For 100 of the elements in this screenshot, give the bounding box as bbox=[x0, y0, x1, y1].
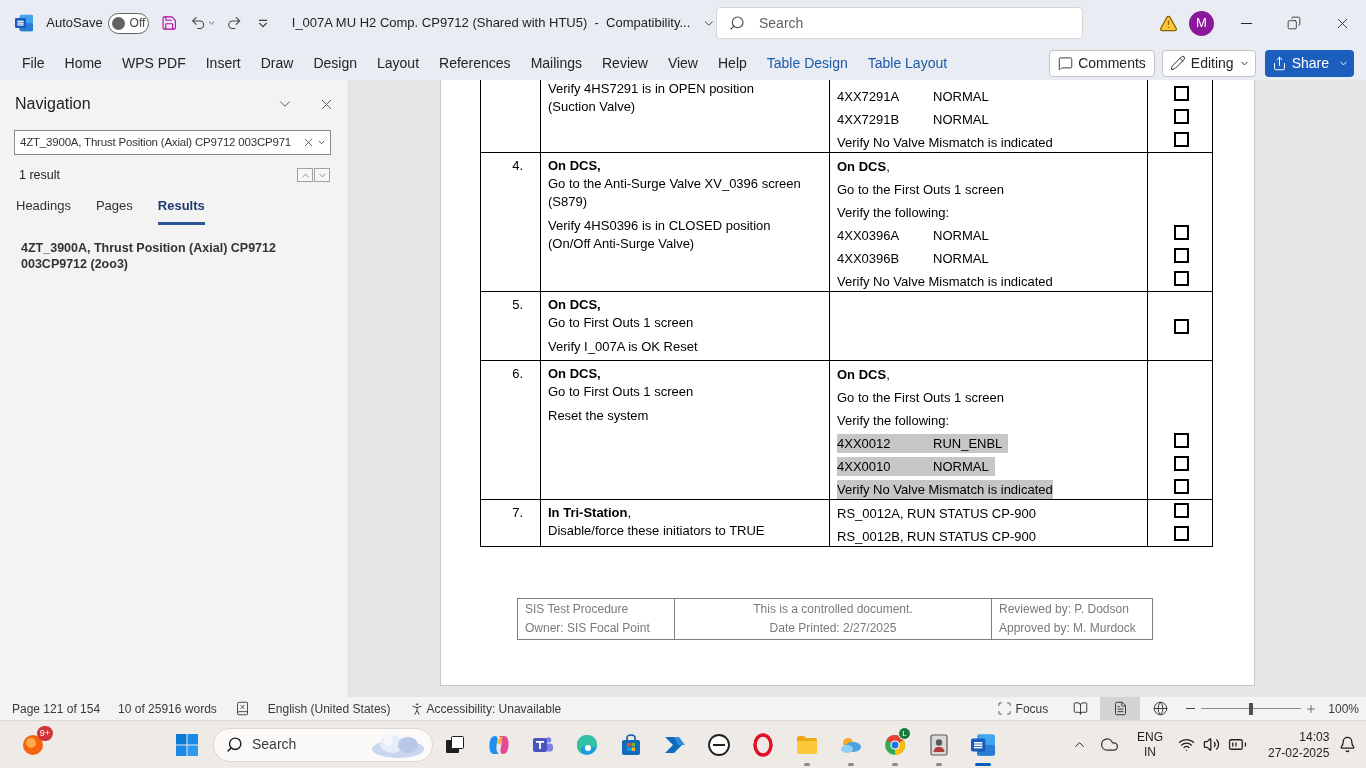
wave-circle-icon bbox=[575, 732, 599, 757]
book-x-icon[interactable] bbox=[234, 701, 250, 716]
search-result[interactable]: 4ZT_3900A, Thrust Position (Axial) CP9712 003CP9712 (2oo3) bbox=[21, 240, 283, 272]
ribbon-tab[interactable]: Design bbox=[303, 48, 367, 78]
step-text: Verify 4HS7291 is in OPEN position (Suction Valve) bbox=[548, 80, 754, 116]
ribbon-tab[interactable]: Review bbox=[592, 48, 658, 78]
caret-icon[interactable] bbox=[317, 138, 326, 147]
wifi-icon bbox=[1178, 736, 1195, 753]
footer-text: Date Printed: 2/27/2025 bbox=[769, 620, 897, 637]
expected-text: Verify the following: bbox=[837, 412, 949, 430]
zoom-slider[interactable] bbox=[1201, 702, 1302, 715]
id-card-icon bbox=[927, 732, 951, 757]
ribbon-tab[interactable]: Help bbox=[708, 48, 757, 78]
taskbar-search-field[interactable]: Search bbox=[213, 727, 433, 762]
step-text: In Tri-Station, bbox=[548, 504, 632, 522]
ribbon-tab[interactable]: Table Design bbox=[756, 48, 858, 78]
redo-icon[interactable] bbox=[226, 14, 243, 32]
ribbon-tab[interactable]: Table Layout bbox=[857, 48, 958, 78]
start-icon bbox=[176, 733, 198, 756]
input-language-button[interactable]: ENG IN bbox=[1133, 729, 1167, 760]
step-text: Go to First Outs 1 screen bbox=[548, 383, 694, 401]
ribbon-tab[interactable]: File bbox=[12, 48, 55, 78]
result-count: 1 result bbox=[19, 166, 60, 184]
ribbon-tab[interactable]: Layout bbox=[367, 48, 430, 78]
restore-icon bbox=[1287, 16, 1301, 30]
accessibility-status[interactable]: Accessibility: Unavailable bbox=[426, 699, 562, 718]
share-button[interactable]: Share bbox=[1264, 49, 1354, 77]
zoom-level[interactable]: 100% bbox=[1328, 699, 1359, 718]
ribbon-tab[interactable]: Mailings bbox=[520, 48, 592, 78]
footer-text: Approved by: M. Murdock bbox=[999, 620, 1136, 637]
word-count[interactable]: 10 of 25916 words bbox=[118, 699, 217, 718]
view-button[interactable] bbox=[1100, 697, 1141, 720]
step-text: Verify 4HS0396 is in CLOSED position (On/Off Anti-Surge Valve) bbox=[548, 217, 771, 253]
step-text: Go to First Outs 1 screen bbox=[548, 314, 694, 332]
navigation-search-field[interactable]: 4ZT_3900A, Thrust Position (Axial) CP9712 003CP971 bbox=[14, 130, 331, 155]
step-number: 4. bbox=[512, 157, 523, 175]
minus-circle-icon bbox=[707, 732, 731, 757]
save-icon[interactable] bbox=[161, 14, 178, 32]
expected-text: RS_0012B, RUN STATUS CP-900 bbox=[837, 528, 1036, 546]
step-text: Disable/force these initiators to TRUE bbox=[548, 522, 765, 540]
language-status[interactable]: English (United States) bbox=[267, 699, 391, 718]
pane-tab[interactable]: Results bbox=[157, 191, 205, 225]
focus-button[interactable]: Focus bbox=[996, 699, 1049, 718]
share-icon bbox=[1271, 55, 1287, 71]
expected-text: Go to the First Outs 1 screen bbox=[837, 389, 1004, 407]
search-icon bbox=[729, 15, 745, 31]
cloud-icon[interactable] bbox=[1100, 735, 1119, 754]
zoom-in-icon[interactable] bbox=[1305, 702, 1318, 715]
pencil-icon bbox=[1169, 55, 1186, 71]
speech-bubble-icon bbox=[1058, 55, 1074, 71]
ribbon-tab[interactable]: Draw bbox=[250, 48, 304, 78]
step-text: On DCS, bbox=[548, 296, 601, 314]
ribbon-tab[interactable]: References bbox=[429, 48, 521, 78]
ribbon-tab[interactable]: WPS PDF bbox=[111, 48, 196, 78]
notification-bell-icon[interactable] bbox=[1339, 736, 1357, 753]
warning-icon[interactable] bbox=[1159, 13, 1178, 33]
document-title: I_007A MU H2 Comp. CP9712 (Shared with HTU5) - Compatibility... bbox=[291, 14, 691, 33]
speaker-icon bbox=[1203, 736, 1220, 753]
step-text: On DCS, bbox=[548, 365, 601, 383]
comments-button[interactable]: Comments bbox=[1049, 49, 1155, 77]
footer-text: SIS Test Procedure bbox=[525, 601, 629, 618]
bar-chevron-icon[interactable] bbox=[257, 18, 268, 28]
step-text: On DCS, bbox=[548, 157, 601, 175]
expected-text: Verify No Valve Mismatch is indicated bbox=[837, 134, 1053, 152]
widgets-button[interactable]: 9+ bbox=[13, 724, 53, 765]
clock-button[interactable]: 14:03 27-02-2025 bbox=[1268, 728, 1330, 761]
expected-text: On DCS, bbox=[837, 158, 890, 176]
pane-title: Navigation bbox=[15, 94, 91, 114]
zoom-thumb[interactable] bbox=[1249, 702, 1254, 715]
pane-tab[interactable]: Pages bbox=[95, 191, 133, 225]
ribbon-tab[interactable]: View bbox=[657, 48, 708, 78]
autosave-label: AutoSave bbox=[46, 14, 103, 33]
autosave-toggle[interactable]: Off bbox=[107, 12, 150, 34]
focus-frame-icon bbox=[996, 701, 1012, 716]
expected-text: RS_0012A, RUN STATUS CP-900 bbox=[837, 505, 1036, 523]
document-app-icon[interactable] bbox=[15, 14, 34, 32]
signal-status-line: 4XX7291B NORMAL bbox=[837, 111, 990, 129]
search-field[interactable]: Search bbox=[716, 7, 1083, 39]
oval-ring-icon bbox=[751, 732, 775, 757]
step-text: Go to the Anti-Surge Valve XV_0396 screen (S879) bbox=[548, 175, 801, 211]
signal-status-line: 4XX7291A NORMAL bbox=[837, 88, 990, 106]
minimize-icon bbox=[1240, 22, 1252, 24]
signal-status-line: 4XX0396A NORMAL bbox=[837, 227, 990, 245]
step-number: 6. bbox=[512, 365, 523, 383]
undo-icon[interactable] bbox=[189, 14, 207, 32]
expected-text: Verify No Valve Mismatch is indicated bbox=[837, 480, 1053, 499]
page-count[interactable]: Page 121 of 154 bbox=[12, 699, 101, 718]
taskbar-app-button[interactable]: L bbox=[873, 722, 917, 767]
footer-text: Reviewed by: P. Dodson bbox=[999, 601, 1129, 618]
document-app-icon bbox=[971, 733, 995, 756]
expected-text: On DCS, bbox=[837, 366, 890, 384]
clear-icon[interactable] bbox=[302, 136, 315, 149]
avatar[interactable]: M bbox=[1189, 10, 1214, 36]
editing-button[interactable]: Editing bbox=[1161, 49, 1256, 77]
ribbon-tab[interactable]: Insert bbox=[195, 48, 251, 78]
step-number: 7. bbox=[512, 504, 523, 522]
ribbon-tab[interactable]: Home bbox=[54, 48, 112, 78]
signal-status-line: 4XX0396B NORMAL bbox=[837, 250, 990, 268]
pane-tab[interactable]: Headings bbox=[16, 191, 71, 225]
expected-text: Verify the following: bbox=[837, 204, 949, 222]
